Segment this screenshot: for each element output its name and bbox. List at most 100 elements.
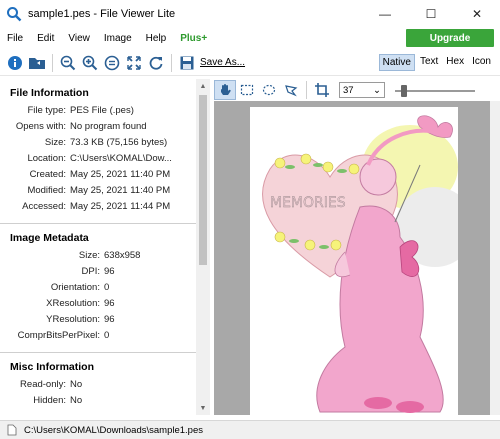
- slider-handle[interactable]: [401, 85, 407, 97]
- misc-key: Hidden:: [33, 395, 66, 406]
- embroidery-preview-image: MEMORIES: [250, 107, 458, 415]
- tab-text[interactable]: Text: [417, 54, 441, 71]
- info-value: No program found: [70, 121, 147, 132]
- metadata-row: ComprBitsPerPixel: 0: [0, 328, 196, 344]
- section-divider: [0, 352, 196, 353]
- zoom-in-icon[interactable]: [79, 52, 101, 74]
- menu-help[interactable]: Help: [139, 33, 174, 44]
- info-panel: File Information File type: PES File (.pe…: [0, 79, 196, 415]
- metadata-row: XResolution: 96: [0, 296, 196, 312]
- maximize-button[interactable]: ☐: [408, 0, 454, 28]
- menu-edit[interactable]: Edit: [30, 33, 61, 44]
- image-toolbar: 37 ⌄: [214, 79, 500, 101]
- metadata-row: Size: 638x958: [0, 248, 196, 264]
- actual-size-icon[interactable]: [101, 52, 123, 74]
- pan-hand-icon[interactable]: [214, 80, 236, 100]
- close-button[interactable]: ✕: [454, 0, 500, 28]
- info-key: Created:: [29, 169, 66, 180]
- toolbar-divider: [306, 81, 307, 99]
- window-title: sample1.pes - File Viewer Lite: [28, 8, 176, 20]
- metadata-key: YResolution:: [46, 314, 100, 325]
- lasso-select-icon[interactable]: [280, 80, 302, 100]
- toolbar-divider: [171, 53, 172, 72]
- info-row: Opens with: No program found: [0, 119, 196, 135]
- rect-select-icon[interactable]: [236, 80, 258, 100]
- zoom-slider[interactable]: [395, 82, 475, 98]
- misc-row: Read-only: No: [0, 377, 196, 393]
- crop-icon[interactable]: [311, 80, 333, 100]
- info-row: Size: 73.3 KB (75,156 bytes): [0, 135, 196, 151]
- image-canvas[interactable]: MEMORIES: [214, 101, 490, 415]
- status-bar: C:\Users\KOMAL\Downloads\sample1.pes: [0, 420, 500, 439]
- info-key: File type:: [27, 105, 66, 116]
- metadata-row: Orientation: 0: [0, 280, 196, 296]
- info-key: Size:: [44, 137, 66, 148]
- info-value: May 25, 2021 11:40 PM: [70, 185, 171, 196]
- file-information-heading: File Information: [10, 87, 89, 99]
- svg-text:MEMORIES: MEMORIES: [270, 195, 346, 211]
- zoom-value: 37: [343, 84, 354, 96]
- chevron-down-icon: ⌄: [373, 84, 381, 96]
- open-folder-icon[interactable]: [26, 52, 48, 74]
- tab-hex[interactable]: Hex: [443, 54, 467, 71]
- image-metadata-heading: Image Metadata: [10, 232, 89, 244]
- tab-native[interactable]: Native: [378, 54, 415, 71]
- metadata-value: 0: [104, 330, 110, 341]
- info-value: 73.3 KB (75,156 bytes): [70, 137, 168, 148]
- metadata-key: Size:: [78, 250, 100, 261]
- title-bar: sample1.pes - File Viewer Lite — ☐ ✕: [0, 0, 500, 28]
- save-icon[interactable]: [176, 52, 198, 74]
- menu-image[interactable]: Image: [97, 33, 139, 44]
- rotate-icon[interactable]: [145, 52, 167, 74]
- metadata-key: ComprBitsPerPixel:: [17, 330, 100, 341]
- misc-value: No: [70, 379, 83, 390]
- scroll-thumb[interactable]: [199, 95, 207, 265]
- ellipse-select-icon[interactable]: [258, 80, 280, 100]
- menu-view[interactable]: View: [61, 33, 97, 44]
- canvas-scrollbar[interactable]: [490, 101, 500, 415]
- status-path: C:\Users\KOMAL\Downloads\sample1.pes: [24, 424, 203, 436]
- info-value: C:\Users\KOMAL\Dow...: [70, 153, 172, 164]
- scroll-down-arrow-icon[interactable]: ▼: [196, 401, 210, 415]
- zoom-select[interactable]: 37 ⌄: [339, 82, 385, 98]
- menu-file[interactable]: File: [0, 33, 30, 44]
- metadata-row: DPI: 96: [0, 264, 196, 280]
- metadata-key: DPI:: [81, 266, 100, 277]
- upgrade-button[interactable]: Upgrade: [406, 29, 494, 47]
- main-toolbar: Save As... Native Text Hex Icon: [0, 50, 500, 76]
- minimize-button[interactable]: —: [362, 0, 408, 28]
- info-key: Accessed:: [22, 201, 66, 212]
- info-value: May 25, 2021 11:44 PM: [70, 201, 171, 212]
- misc-information-heading: Misc Information: [10, 361, 95, 373]
- fit-to-window-icon[interactable]: [123, 52, 145, 74]
- metadata-key: Orientation:: [50, 282, 100, 293]
- menu-bar: File Edit View Image Help Plus+ Upgrade: [0, 28, 500, 48]
- view-mode-tabs: Native Text Hex Icon: [377, 54, 494, 71]
- info-value: PES File (.pes): [70, 105, 134, 116]
- info-key: Opens with:: [15, 121, 66, 132]
- info-row: File type: PES File (.pes): [0, 103, 196, 119]
- metadata-value: 96: [104, 266, 115, 277]
- info-key: Location:: [27, 153, 66, 164]
- metadata-value: 638x958: [104, 250, 141, 261]
- metadata-value: 0: [104, 282, 110, 293]
- info-row: Location: C:\Users\KOMAL\Dow...: [0, 151, 196, 167]
- info-panel-scrollbar[interactable]: ▲ ▼: [196, 79, 210, 415]
- metadata-value: 96: [104, 314, 115, 325]
- info-row: Created: May 25, 2021 11:40 PM: [0, 167, 196, 183]
- metadata-key: XResolution:: [46, 298, 100, 309]
- scroll-up-arrow-icon[interactable]: ▲: [196, 79, 210, 93]
- section-divider: [0, 223, 196, 224]
- info-value: May 25, 2021 11:40 PM: [70, 169, 171, 180]
- save-as-button[interactable]: Save As...: [200, 57, 245, 68]
- info-row: Modified: May 25, 2021 11:40 PM: [0, 183, 196, 199]
- file-icon: [6, 424, 18, 436]
- zoom-out-icon[interactable]: [57, 52, 79, 74]
- menu-plus[interactable]: Plus+: [173, 33, 214, 44]
- info-icon[interactable]: [4, 52, 26, 74]
- misc-key: Read-only:: [20, 379, 66, 390]
- info-row: Accessed: May 25, 2021 11:44 PM: [0, 199, 196, 215]
- slider-track: [395, 90, 475, 92]
- toolbar-divider: [52, 53, 53, 72]
- tab-icon[interactable]: Icon: [469, 54, 494, 71]
